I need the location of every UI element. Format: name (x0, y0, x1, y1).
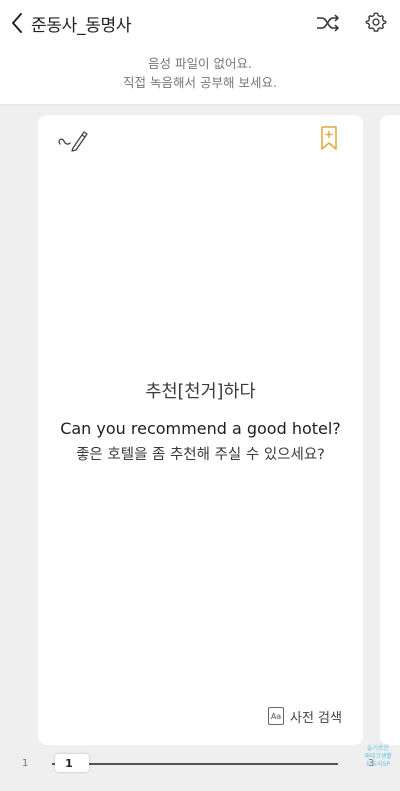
watermark-line-1: 슬기로운 (366, 745, 390, 752)
shuffle-icon (317, 14, 340, 32)
next-card[interactable] (380, 115, 400, 745)
pager-slider-thumb[interactable]: 1 (55, 754, 89, 772)
card-pager: 1 1 3 (0, 746, 400, 790)
settings-button[interactable] (362, 8, 390, 36)
chevron-left-icon (12, 13, 22, 33)
bookmark-add-button[interactable] (319, 125, 341, 153)
bookmark-add-icon (321, 126, 337, 150)
example-sentence-ko: 좋은 호텔을 좀 추천해 주실 수 있으세요? (76, 447, 325, 463)
dictionary-search-button[interactable]: Aa 사전 검색 (268, 705, 342, 727)
dictionary-icon: Aa (268, 707, 284, 725)
flash-card[interactable]: 추천[천거]하다 Can you recommend a good hotel?… (38, 115, 363, 745)
watermark-line-3: 요도리SP (366, 761, 390, 768)
notice-line-2: 직접 녹음해서 공부해 보세요. (123, 75, 277, 90)
page-title: 준동사_동명사 (31, 16, 132, 36)
gear-icon (365, 12, 387, 32)
watermark-line-2: 재테크생활 (364, 753, 392, 760)
card-word: 추천[천거]하다 (145, 382, 256, 402)
pager-slider-track[interactable] (52, 763, 338, 765)
notice-line-1: 음성 파일이 없어요. (148, 56, 252, 71)
draw-button[interactable] (56, 127, 92, 153)
example-sentence-en: Can you recommend a good hotel? (60, 419, 341, 438)
back-button[interactable] (6, 9, 28, 37)
pen-icon (58, 131, 88, 152)
pager-start-number: 1 (22, 758, 29, 769)
watermark-logo: 슬기로운 재테크생활 요도리SP (358, 745, 398, 769)
app-header: 준동사_동명사 (0, 0, 400, 46)
dictionary-search-label: 사전 검색 (290, 710, 342, 726)
no-audio-notice: 음성 파일이 없어요. 직접 녹음해서 공부해 보세요. (0, 54, 400, 92)
shuffle-button[interactable] (314, 9, 342, 37)
